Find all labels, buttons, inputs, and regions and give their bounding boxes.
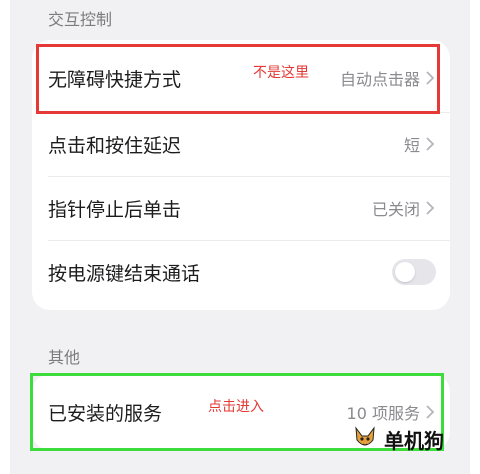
- watermark: 单机狗: [350, 424, 444, 454]
- section-title-other: 其他: [48, 348, 81, 367]
- chevron-right-icon: [426, 137, 435, 151]
- annotation-tap-to-enter: 点击进入: [208, 399, 264, 415]
- red-highlight-box: [36, 44, 440, 114]
- row-tap-hold-delay[interactable]: 点击和按住延迟 短: [32, 112, 450, 176]
- row-label: 指针停止后单击: [48, 198, 182, 221]
- watermark-text: 单机狗: [384, 428, 444, 453]
- row-power-end-call[interactable]: 按电源键结束通话: [32, 240, 450, 304]
- row-value: 已关闭: [371, 200, 420, 219]
- row-dwell-click[interactable]: 指针停止后单击 已关闭: [32, 176, 450, 240]
- power-end-call-toggle[interactable]: [392, 259, 436, 285]
- frame-edge-right: [470, 0, 480, 474]
- annotation-not-here: 不是这里: [253, 65, 309, 81]
- row-label: 按电源键结束通话: [48, 262, 201, 285]
- section-title-interaction: 交互控制: [48, 10, 113, 29]
- row-value: 短: [403, 136, 420, 155]
- row-label: 点击和按住延迟: [48, 134, 182, 157]
- dog-mascot-icon: [355, 426, 375, 446]
- toggle-knob: [395, 262, 415, 282]
- chevron-right-icon: [426, 201, 435, 215]
- frame-edge-left: [0, 0, 10, 474]
